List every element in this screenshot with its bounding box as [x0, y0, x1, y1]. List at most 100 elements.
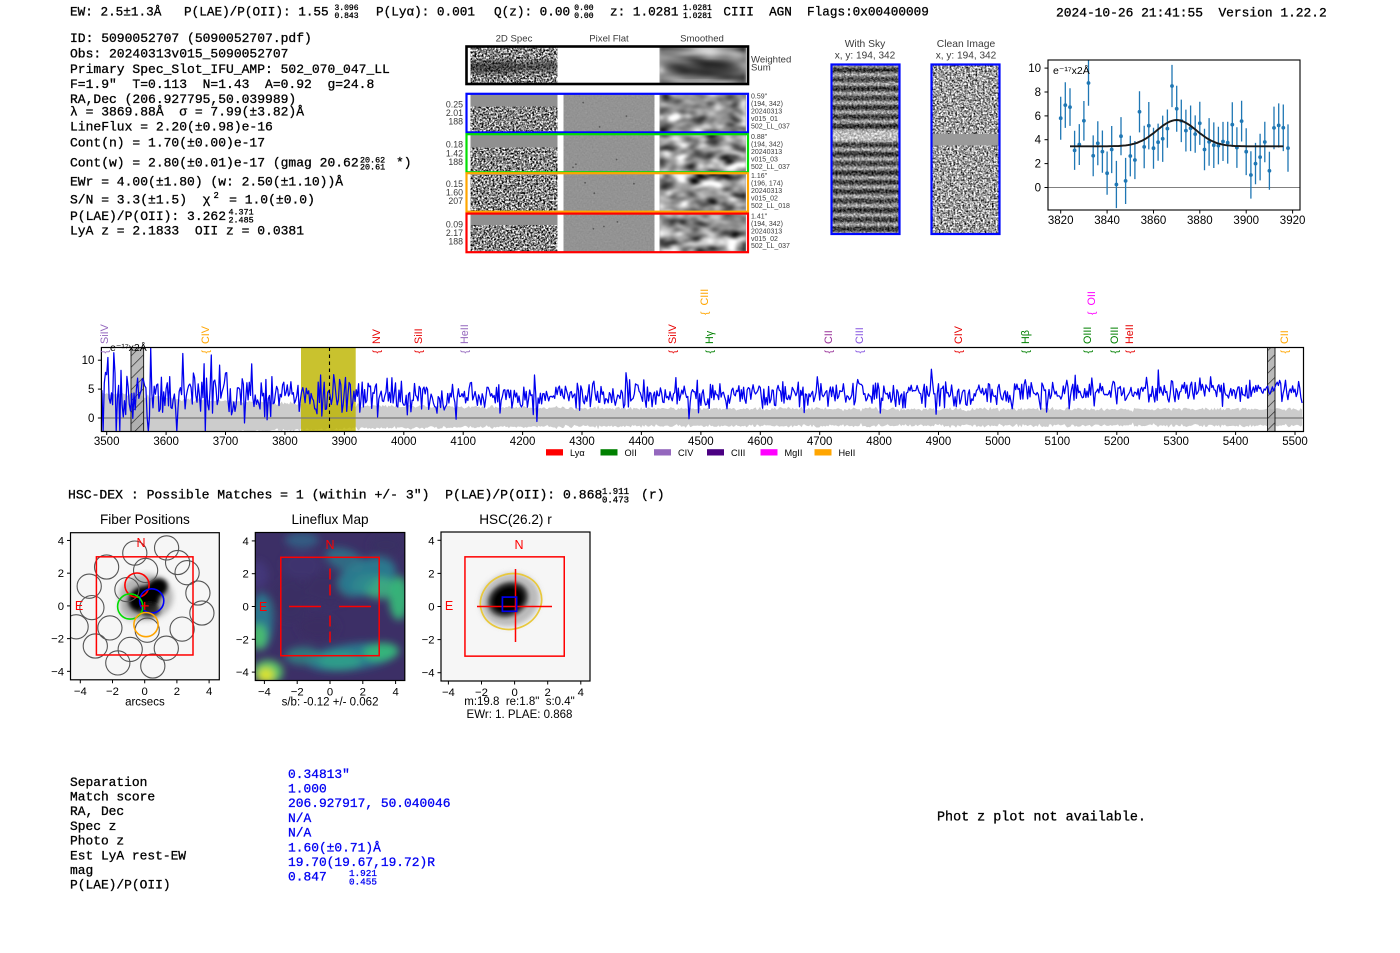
svg-text:0.843: 0.843 — [335, 12, 359, 21]
svg-text:Photo z: Photo z — [70, 834, 124, 849]
svg-text:207: 207 — [448, 196, 463, 206]
svg-text:Sum: Sum — [751, 63, 771, 74]
svg-text:N/A: N/A — [288, 826, 311, 841]
svg-text:502_LL_037: 502_LL_037 — [751, 164, 790, 171]
svg-text:20.61: 20.61 — [360, 163, 385, 173]
svg-text:OII: OII — [625, 448, 637, 458]
svg-text:−2: −2 — [422, 635, 435, 647]
svg-text:Hγ: Hγ — [704, 330, 716, 344]
svg-text:6: 6 — [1035, 111, 1041, 123]
svg-text:2: 2 — [428, 568, 434, 580]
svg-text:{: { — [823, 350, 835, 354]
svg-text:{: { — [854, 350, 866, 354]
svg-text:HeII: HeII — [459, 324, 471, 344]
svg-text:HeII: HeII — [1124, 324, 1136, 344]
svg-text:Fiber Positions: Fiber Positions — [100, 512, 190, 527]
svg-text:{: { — [371, 350, 383, 354]
svg-text:2024-10-26 21:41:55 Version 1: 2024-10-26 21:41:55 Version 1.22.2 — [1056, 6, 1327, 21]
svg-text:10: 10 — [82, 355, 95, 367]
svg-text:2: 2 — [243, 569, 249, 581]
svg-text:Hβ: Hβ — [1020, 330, 1032, 344]
svg-text:N/A: N/A — [288, 811, 311, 826]
svg-text:{: { — [1020, 350, 1032, 354]
svg-text:CII: CII — [1279, 330, 1291, 344]
svg-text:ID: 5090052707 (5090052707.pdf: ID: 5090052707 (5090052707.pdf) — [70, 31, 312, 46]
svg-text:−2: −2 — [236, 634, 249, 646]
svg-text:OIII: OIII — [1109, 327, 1121, 344]
svg-text:P(LAE)/P(OII): 3.262: P(LAE)/P(OII): 3.262 — [70, 209, 226, 224]
svg-text:N: N — [325, 538, 334, 552]
svg-text:−2: −2 — [51, 634, 64, 646]
svg-text:{: { — [704, 350, 716, 354]
svg-text:2D Spec: 2D Spec — [496, 34, 533, 45]
svg-text:OII: OII — [1086, 291, 1098, 305]
svg-text:4400: 4400 — [629, 436, 655, 448]
svg-text:m:19.8 re:1.8" s:0.4": m:19.8 re:1.8" s:0.4" — [464, 696, 574, 708]
svg-text:4700: 4700 — [807, 436, 833, 448]
svg-text:−4: −4 — [74, 686, 87, 698]
svg-text:1.60(±0.71)Å: 1.60(±0.71)Å — [288, 840, 381, 855]
svg-text:P(LAE)/P(OII): 1.55: P(LAE)/P(OII): 1.55 — [184, 4, 329, 19]
svg-text:Q(z): 0.00: Q(z): 0.00 — [494, 4, 570, 19]
svg-text:CII: CII — [823, 330, 835, 344]
svg-text:(194, 342): (194, 342) — [751, 101, 783, 108]
svg-text:EWr: 1. PLAE: 0.868: EWr: 1. PLAE: 0.868 — [467, 709, 573, 721]
svg-text:v015_02: v015_02 — [751, 236, 778, 243]
svg-text:20240313: 20240313 — [751, 149, 782, 156]
svg-text:4300: 4300 — [569, 436, 595, 448]
svg-text:4: 4 — [58, 535, 64, 547]
svg-text:{: { — [699, 311, 711, 315]
svg-text:MgII: MgII — [785, 448, 803, 458]
svg-text:0: 0 — [243, 602, 249, 614]
svg-text:HSC-DEX : Possible Matches = 1: HSC-DEX : Possible Matches = 1 (within +… — [68, 488, 602, 503]
svg-text:502_LL_037: 502_LL_037 — [751, 243, 790, 250]
svg-text:With Sky: With Sky — [845, 39, 886, 50]
svg-text:2.485: 2.485 — [229, 215, 254, 225]
svg-text:P(Lyα): 0.001: P(Lyα): 0.001 — [376, 4, 475, 19]
svg-text:Clean Image: Clean Image — [937, 39, 996, 50]
svg-text:−4: −4 — [51, 666, 64, 678]
svg-text:{: { — [1124, 350, 1136, 354]
svg-text:EW: 2.5±1.3Å: EW: 2.5±1.3Å — [70, 4, 162, 19]
svg-text:502_LL_018: 502_LL_018 — [751, 203, 790, 210]
svg-text:{: { — [459, 350, 471, 354]
svg-text:−4: −4 — [442, 687, 455, 699]
svg-text:188: 188 — [448, 117, 463, 127]
svg-text:188: 188 — [448, 157, 463, 167]
svg-text:5300: 5300 — [1163, 436, 1189, 448]
svg-text:(r): (r) — [641, 488, 665, 503]
svg-text:CIV: CIV — [200, 325, 212, 344]
svg-text:Flags:0x00400009: Flags:0x00400009 — [807, 4, 929, 19]
svg-text:Lineflux Map: Lineflux Map — [292, 512, 369, 527]
svg-text:z: 1.0281: z: 1.0281 — [610, 4, 679, 19]
svg-text:3840: 3840 — [1094, 215, 1120, 227]
svg-text:4: 4 — [1035, 135, 1042, 147]
svg-text:SiIV: SiIV — [99, 323, 111, 344]
svg-text:λ = 3869.88Å σ = 7.99(±3.82)Å: λ = 3869.88Å σ = 7.99(±3.82)Å — [70, 105, 304, 120]
svg-text:Cont(n) = 1.70(±0.00)e-17: Cont(n) = 1.70(±0.00)e-17 — [70, 136, 265, 151]
svg-text:2: 2 — [174, 686, 180, 698]
svg-text:{: { — [1279, 350, 1291, 354]
svg-text:{: { — [1086, 311, 1098, 315]
svg-text:EWr = 4.00(±1.80) (w: 2.50(±1.: EWr = 4.00(±1.80) (w: 2.50(±1.10))Å — [70, 175, 343, 190]
svg-text:v015_03: v015_03 — [751, 156, 778, 163]
svg-text:Separation: Separation — [70, 775, 147, 790]
svg-text:5: 5 — [88, 384, 94, 396]
svg-text:N: N — [136, 536, 145, 550]
svg-text:0.88": 0.88" — [751, 134, 768, 141]
svg-text:SiII: SiII — [413, 328, 425, 344]
svg-text:E: E — [259, 600, 267, 614]
svg-text:20240313: 20240313 — [751, 188, 782, 195]
svg-text:1.000: 1.000 — [288, 782, 327, 797]
svg-text:0.847: 0.847 — [288, 870, 327, 885]
svg-text:LyA z = 2.1833 OII z = 0.0381: LyA z = 2.1833 OII z = 0.0381 — [70, 224, 304, 239]
svg-text:0.455: 0.455 — [349, 877, 377, 888]
svg-text:{: { — [200, 350, 212, 354]
svg-text:1.16": 1.16" — [751, 173, 768, 180]
svg-text:{: { — [1082, 350, 1094, 354]
svg-text:0.34813": 0.34813" — [288, 767, 350, 782]
svg-text:−4: −4 — [236, 667, 249, 679]
svg-text:CIV: CIV — [953, 325, 965, 344]
svg-text:Phot z plot not available.: Phot z plot not available. — [937, 811, 1146, 826]
svg-text:(194, 342): (194, 342) — [751, 141, 783, 148]
